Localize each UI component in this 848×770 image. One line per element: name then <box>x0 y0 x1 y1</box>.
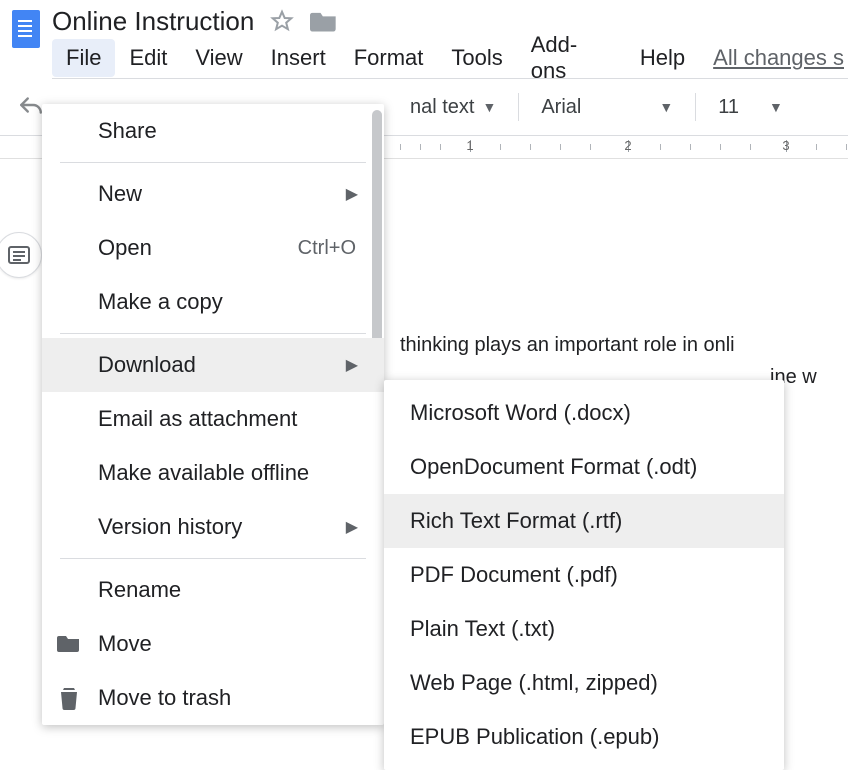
star-icon[interactable] <box>270 9 294 33</box>
menu-format[interactable]: Format <box>340 39 438 77</box>
download-docx[interactable]: Microsoft Word (.docx) <box>384 386 784 440</box>
undo-redo-group <box>0 95 44 120</box>
ruler-mark: 2 <box>624 138 631 153</box>
folder-icon <box>56 634 82 654</box>
download-odt[interactable]: OpenDocument Format (.odt) <box>384 440 784 494</box>
file-menu-move[interactable]: Move <box>42 617 384 671</box>
font-size-select[interactable]: 11 ▼ <box>718 96 783 119</box>
font-family-select[interactable]: Arial ▼ <box>541 96 673 119</box>
file-menu-email-attachment[interactable]: Email as attachment <box>42 392 384 446</box>
file-menu-download[interactable]: Download ▶ <box>42 338 384 392</box>
menu-item-label: Download <box>98 352 196 378</box>
toolbar-divider <box>518 93 519 121</box>
file-menu-move-to-trash[interactable]: Move to trash <box>42 671 384 725</box>
menu-item-label: Rename <box>98 577 181 603</box>
menu-item-label: Open <box>98 235 152 261</box>
font-family-label: Arial <box>541 96 581 119</box>
body-line: thinking plays an important role in onli <box>400 329 848 361</box>
submenu-arrow-icon: ▶ <box>346 184 362 204</box>
folder-icon[interactable] <box>310 9 338 33</box>
menu-edit[interactable]: Edit <box>115 39 181 77</box>
menu-item-label: Make available offline <box>98 460 309 486</box>
trash-icon <box>56 686 82 710</box>
app-logo-wrap <box>0 4 40 48</box>
menu-divider <box>60 162 366 163</box>
download-epub[interactable]: EPUB Publication (.epub) <box>384 710 784 764</box>
menu-divider <box>60 333 366 334</box>
chevron-down-icon: ▼ <box>482 99 496 115</box>
menu-tools[interactable]: Tools <box>437 39 516 77</box>
undo-icon[interactable] <box>18 95 44 120</box>
file-menu-available-offline[interactable]: Make available offline <box>42 446 384 500</box>
submenu-arrow-icon: ▶ <box>346 517 362 537</box>
header: Online Instruction File Edit View Insert… <box>0 0 848 79</box>
ruler-mark: 1 <box>466 138 473 153</box>
menu-item-shortcut: Ctrl+O <box>298 237 362 260</box>
menu-item-label: Move to trash <box>98 685 231 711</box>
chevron-down-icon: ▼ <box>769 99 783 115</box>
menu-file[interactable]: File <box>52 39 115 77</box>
title-line: Online Instruction <box>52 4 848 38</box>
menu-insert[interactable]: Insert <box>257 39 340 77</box>
menu-item-label: New <box>98 181 142 207</box>
download-txt[interactable]: Plain Text (.txt) <box>384 602 784 656</box>
document-title[interactable]: Online Instruction <box>52 6 254 37</box>
file-menu-new[interactable]: New ▶ <box>42 167 384 221</box>
menu-item-label: Version history <box>98 514 242 540</box>
file-menu: Share New ▶ Open Ctrl+O Make a copy Down… <box>42 104 384 725</box>
download-submenu: Microsoft Word (.docx) OpenDocument Form… <box>384 380 784 770</box>
menu-item-label: Email as attachment <box>98 406 297 432</box>
file-menu-open[interactable]: Open Ctrl+O <box>42 221 384 275</box>
ruler-mark: 3 <box>782 138 789 153</box>
title-block: Online Instruction File Edit View Insert… <box>40 4 848 79</box>
chevron-down-icon: ▼ <box>659 99 673 115</box>
file-menu-make-copy[interactable]: Make a copy <box>42 275 384 329</box>
download-html[interactable]: Web Page (.html, zipped) <box>384 656 784 710</box>
file-menu-version-history[interactable]: Version history ▶ <box>42 500 384 554</box>
file-menu-rename[interactable]: Rename <box>42 563 384 617</box>
menu-item-label: Make a copy <box>98 289 223 315</box>
toolbar-divider <box>695 93 696 121</box>
menu-item-label: Move <box>98 631 152 657</box>
menu-help[interactable]: Help <box>626 39 699 77</box>
download-pdf[interactable]: PDF Document (.pdf) <box>384 548 784 602</box>
menu-addons[interactable]: Add-ons <box>517 26 626 90</box>
download-rtf[interactable]: Rich Text Format (.rtf) <box>384 494 784 548</box>
all-changes-saved[interactable]: All changes s <box>699 39 848 77</box>
file-menu-share[interactable]: Share <box>42 104 384 158</box>
submenu-arrow-icon: ▶ <box>346 355 362 375</box>
menu-bar: File Edit View Insert Format Tools Add-o… <box>52 38 848 79</box>
menu-divider <box>60 558 366 559</box>
paragraph-style-label: nal text <box>410 96 474 119</box>
docs-app-icon[interactable] <box>12 10 40 48</box>
menu-view[interactable]: View <box>181 39 256 77</box>
paragraph-style-select[interactable]: nal text ▼ <box>410 96 496 119</box>
menu-item-label: Share <box>98 118 157 144</box>
font-size-value: 11 <box>718 96 739 119</box>
